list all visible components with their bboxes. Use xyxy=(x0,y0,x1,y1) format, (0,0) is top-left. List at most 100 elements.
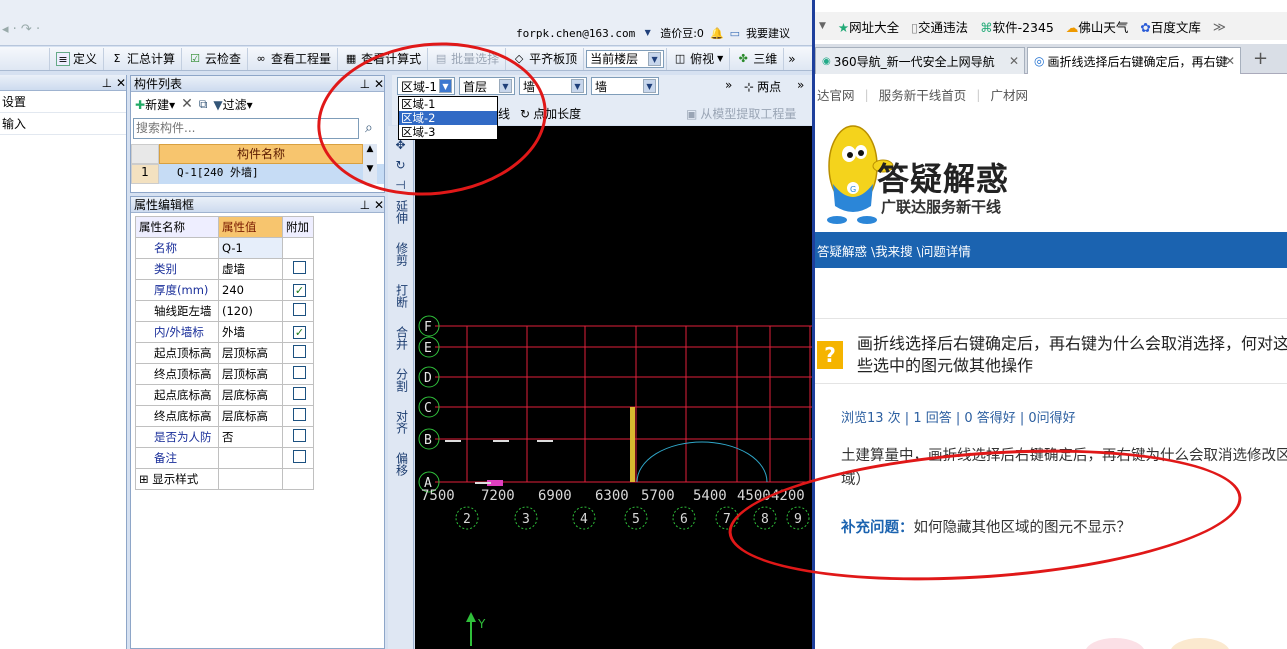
y-axis-label: Y xyxy=(477,617,486,631)
attr-value-cell[interactable]: (120) xyxy=(218,300,283,322)
attr-checkbox[interactable] xyxy=(293,408,306,421)
toolbar-overflow-icon[interactable]: » xyxy=(784,48,799,70)
attr-name-cell: 是否为人防 xyxy=(135,426,219,448)
attr-checkbox[interactable] xyxy=(293,261,306,274)
bell-icon[interactable]: 🔔 xyxy=(710,27,724,40)
extract-quantity-button[interactable]: ▣ 从模型提取工程量 xyxy=(686,105,796,122)
delete-icon[interactable]: ✕ xyxy=(181,96,193,112)
attr-value-cell[interactable]: 否 xyxy=(218,426,283,448)
attr-checkbox[interactable] xyxy=(293,366,306,379)
define-button[interactable]: ≡ 定义 xyxy=(50,47,105,70)
attr-name-cell: 名称 xyxy=(135,237,219,259)
attribute-row[interactable]: 类别 虚墙 xyxy=(135,258,314,280)
attr-checkbox[interactable]: ✓ xyxy=(293,284,306,297)
attr-value-cell[interactable] xyxy=(218,468,283,490)
filter-button[interactable]: ▼过滤▾ xyxy=(213,96,252,113)
site-link[interactable]: 服务新干线首页 xyxy=(879,85,967,104)
fav-overflow-icon[interactable]: ≫ xyxy=(1213,19,1226,34)
attr-value-cell[interactable]: 层顶标高 xyxy=(218,342,283,364)
account-label[interactable]: forpk.chen@163.com xyxy=(516,27,635,40)
fav-item-portal[interactable]: ★网址大全 xyxy=(838,17,899,36)
tab-question-page[interactable]: ◎ 画折线选择后右键确定后，再右键 ✕ xyxy=(1027,47,1241,74)
paw-icon: ✿ xyxy=(1140,19,1151,35)
site-link[interactable]: 达官网 xyxy=(817,85,855,104)
attr-checkbox[interactable] xyxy=(293,429,306,442)
summary-calc-button[interactable]: Σ 汇总计算 xyxy=(104,47,183,70)
attribute-row[interactable]: 终点底标高 层底标高 xyxy=(135,405,314,427)
extract-label: 从模型提取工程量 xyxy=(700,107,797,121)
3d-button[interactable]: ✤ 三维 xyxy=(730,47,785,70)
attr-value-cell[interactable]: 外墙 xyxy=(218,321,283,343)
attribute-row[interactable]: 终点顶标高 层顶标高 xyxy=(135,363,314,385)
attr-name: 是否为人防 xyxy=(154,430,212,444)
page-icon: ▯ xyxy=(911,19,919,35)
attr-checkbox[interactable] xyxy=(293,303,306,316)
left-item-settings[interactable]: 设置 xyxy=(0,91,126,113)
drawing-canvas[interactable]: F E D C B A 7500 7200 6900 6300 5700 5400 4500 4200 2 3… xyxy=(415,126,812,649)
attr-value-cell[interactable]: 层底标高 xyxy=(218,405,283,427)
question-box: ? 画折线选择后右键确定后，再右键为什么会取消选择，何对这些选中的图元做其他操作 xyxy=(815,318,1287,384)
attr-checkbox[interactable] xyxy=(293,387,306,400)
attr-checkbox[interactable]: ✓ xyxy=(293,326,306,339)
attribute-row[interactable]: 厚度(mm) 240 ✓ xyxy=(135,279,314,301)
overflow-icon[interactable]: » xyxy=(725,78,732,92)
attr-value-cell[interactable]: 虚墙 xyxy=(218,258,283,280)
pin-close-icon[interactable]: ⊥ ✕ xyxy=(102,76,126,90)
attr-value-cell[interactable]: 层底标高 xyxy=(218,384,283,406)
attribute-row[interactable]: 起点底标高 层底标高 xyxy=(135,384,314,406)
subtype-select[interactable]: 墙 ▼ xyxy=(591,77,659,95)
vertical-edit-toolbar: ✥ ↻ ⊣ 延伸 修剪 打断 合并 分割 对齐 偏移 xyxy=(388,126,414,649)
attr-checkbox[interactable] xyxy=(293,450,306,463)
close-icon[interactable]: ✕ xyxy=(1225,54,1235,68)
vtool-4[interactable]: 分割 xyxy=(394,368,409,392)
site-link[interactable]: 广材网 xyxy=(990,85,1028,104)
attribute-row[interactable]: 起点顶标高 层顶标高 xyxy=(135,342,314,364)
attribute-row[interactable]: ⊞ 显示样式 xyxy=(135,468,314,490)
vtool-0[interactable]: 延伸 xyxy=(394,200,409,224)
star-icon: ★ xyxy=(837,19,850,35)
align-slab-label: 平齐板顶 xyxy=(529,52,578,66)
fav-item-baidu[interactable]: ✿百度文库 xyxy=(1140,17,1201,36)
attribute-row[interactable]: 内/外墙标 外墙 ✓ xyxy=(135,321,314,343)
top-view-button[interactable]: ◫ 俯视 ▼ xyxy=(667,47,731,70)
account-dropdown-icon[interactable]: ▼ xyxy=(641,26,654,40)
two-points-button[interactable]: ⊹ 两点 xyxy=(744,78,781,95)
vtool-1[interactable]: 修剪 xyxy=(394,242,409,266)
pin-close-icon[interactable]: ⊥ ✕ xyxy=(360,198,384,212)
attr-value-cell[interactable]: Q-1 xyxy=(218,237,283,259)
vtool-6[interactable]: 偏移 xyxy=(394,452,409,476)
vtool-2[interactable]: 打断 xyxy=(394,284,409,308)
attr-value-cell[interactable]: 层顶标高 xyxy=(218,363,283,385)
attr-name-cell: 内/外墙标 xyxy=(135,321,219,343)
copy-icon[interactable]: ⧉ xyxy=(199,97,208,112)
attribute-row[interactable]: 备注 xyxy=(135,447,314,469)
vtool-5[interactable]: 对齐 xyxy=(394,410,409,434)
attr-checkbox[interactable] xyxy=(293,345,306,358)
undo-redo-icon[interactable]: ◂ · ↷ · xyxy=(2,22,40,37)
tab-360-nav[interactable]: ◉ 360导航_新一代安全上网导航 ✕ xyxy=(815,47,1025,74)
floor-scope-select[interactable]: 当前楼层 ▼ xyxy=(584,47,668,70)
vtool-labels: 延伸修剪打断合并分割对齐偏移 xyxy=(388,200,413,476)
left-item-input[interactable]: 输入 xyxy=(0,113,126,135)
breadcrumb[interactable]: 答疑解惑 \我来搜 \问题详情 xyxy=(817,241,971,260)
attr-value-cell[interactable]: 240 xyxy=(218,279,283,301)
close-icon[interactable]: ✕ xyxy=(1009,54,1019,68)
new-component-button[interactable]: ✚新建▾ xyxy=(135,96,175,113)
attribute-row[interactable]: 轴线距左墙 (120) xyxy=(135,300,314,322)
top-view-label: 俯视 xyxy=(690,52,715,66)
tab-favicon: ◉ xyxy=(822,55,831,67)
vtool-3[interactable]: 合并 xyxy=(394,326,409,350)
fav-item-weather[interactable]: ☁佛山天气 xyxy=(1066,17,1129,36)
expand-icon[interactable]: ⊞ xyxy=(139,472,152,486)
attr-value-cell[interactable] xyxy=(218,447,283,469)
fav-item-software[interactable]: ⌘软件-2345 xyxy=(980,17,1054,36)
fav-item-traffic[interactable]: ▯交通违法 xyxy=(911,17,968,36)
attribute-row[interactable]: 是否为人防否 xyxy=(135,426,314,448)
suggest-link[interactable]: 我要建议 xyxy=(746,25,790,41)
view-quantity-button[interactable]: ∞ 查看工程量 xyxy=(248,47,339,70)
cloud-check-button[interactable]: ☑ 云检查 xyxy=(182,47,249,70)
overflow-icon[interactable]: » xyxy=(797,78,804,92)
attribute-row[interactable]: 名称 Q-1 xyxy=(135,237,314,259)
y-axis-arrowhead xyxy=(466,612,476,622)
new-tab-button[interactable]: + xyxy=(1253,48,1268,69)
